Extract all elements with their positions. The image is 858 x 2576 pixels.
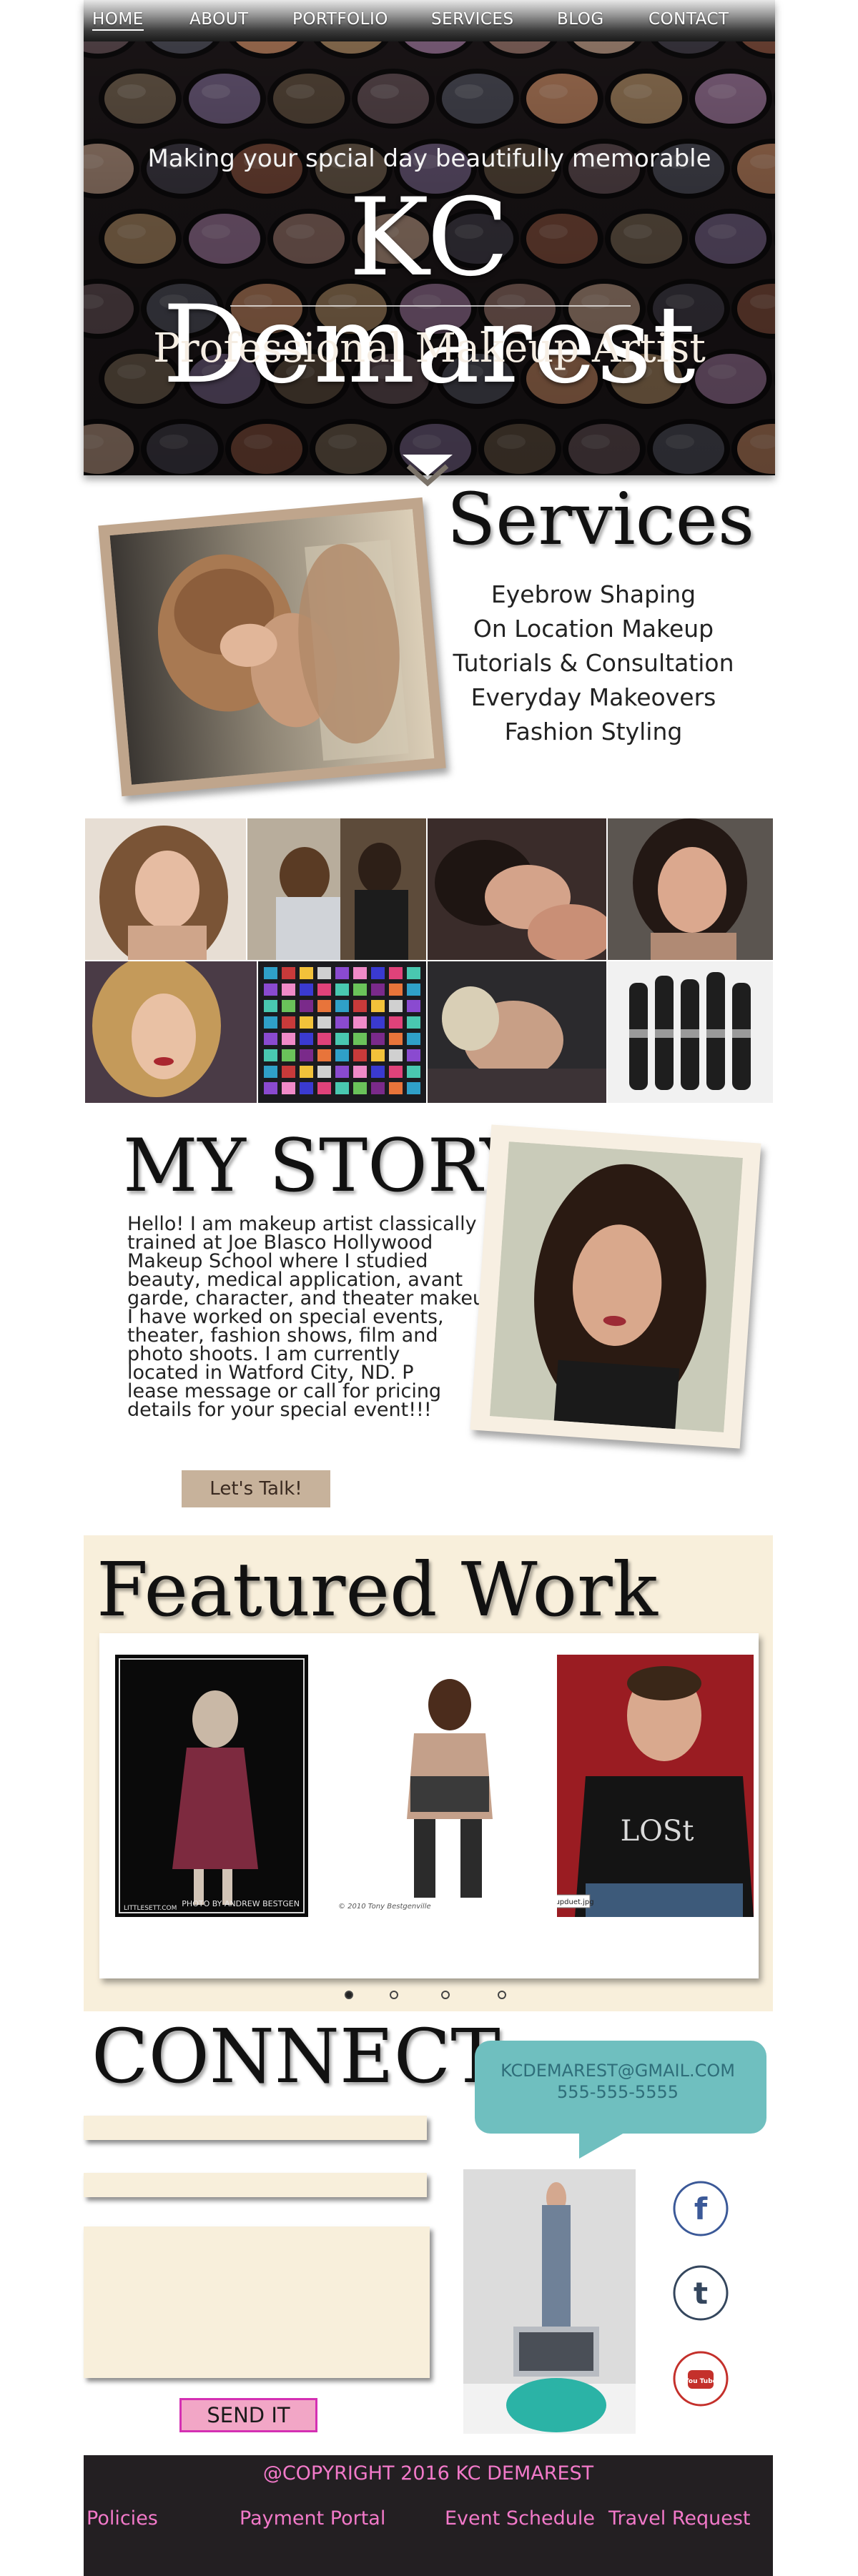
top-navigation: HOME ABOUT PORTFOLIO SERVICES BLOG CONTA…	[84, 0, 775, 41]
slider-dot-3[interactable]	[441, 1991, 450, 1999]
story-line: details for your special event!!!	[127, 1399, 432, 1421]
hero-subtitle: Professional Makeup Artist	[153, 325, 706, 372]
site-footer: @COPYRIGHT 2016 KC DEMAREST Policies Pay…	[84, 2455, 773, 2576]
gallery-photo-profile[interactable]	[428, 961, 606, 1103]
contact-info: KCDEMAREST@GMAIL.COM 555-555-5555	[472, 2060, 764, 2103]
send-button[interactable]: SEND IT	[179, 2398, 317, 2432]
footer-link-policies[interactable]: Policies	[87, 2507, 158, 2530]
nav-services[interactable]: SERVICES	[431, 10, 514, 29]
svg-text:t: t	[694, 2276, 708, 2311]
nav-home[interactable]: HOME	[92, 10, 144, 31]
footer-link-payment-portal[interactable]: Payment Portal	[240, 2507, 385, 2530]
gallery-photo-salon[interactable]	[247, 818, 426, 960]
facebook-icon[interactable]: f	[672, 2180, 729, 2237]
slide-3-caption: makeupduet.jpg	[557, 1898, 594, 1906]
youtube-icon[interactable]: You Tube	[672, 2350, 729, 2407]
services-list: Eyebrow Shaping On Location Makeup Tutor…	[436, 578, 751, 749]
services-title: Services	[446, 477, 755, 561]
nav-about[interactable]: ABOUT	[189, 10, 249, 29]
contact-phone: 555-555-5555	[556, 2082, 679, 2102]
hero-tagline: Making your spcial day beautifully memor…	[147, 144, 711, 173]
service-item: Fashion Styling	[504, 718, 683, 745]
featured-slider[interactable]: LITTLESETT.COM PHOTO BY ANDREW BESTGEN ©…	[99, 1633, 759, 1978]
featured-slide-3[interactable]: LOSt makeupduet.jpg	[557, 1655, 754, 1917]
footer-link-event-schedule[interactable]: Event Schedule	[445, 2507, 595, 2530]
message-field[interactable]	[84, 2226, 430, 2378]
story-title: MY STORY	[123, 1124, 528, 1209]
featured-title: Featured Work	[97, 1546, 658, 1633]
nav-contact[interactable]: CONTACT	[649, 10, 729, 29]
gallery-photo-smiling-woman[interactable]	[608, 818, 773, 960]
featured-work-section: Featured Work LITTLESETT.COM PHOTO BY AN…	[84, 1535, 773, 2011]
makeup-application-photo	[109, 509, 435, 785]
footer-link-travel-request[interactable]: Travel Request	[608, 2507, 751, 2530]
story-paragraph: Hello! I am makeup artist classically tr…	[127, 1214, 503, 1421]
tumblr-icon[interactable]: t	[672, 2264, 729, 2322]
name-field[interactable]	[84, 2116, 427, 2140]
hero-banner: HOME ABOUT PORTFOLIO SERVICES BLOG CONTA…	[84, 0, 775, 475]
slider-dot-1[interactable]	[345, 1991, 353, 1999]
nav-blog[interactable]: BLOG	[557, 10, 604, 29]
gallery-photo-brushes[interactable]	[608, 961, 773, 1103]
svg-text:f: f	[694, 2191, 708, 2226]
story-photo-frame	[470, 1124, 761, 1449]
connect-title: CONNECT	[92, 2013, 500, 2100]
slide-1-caption-right: PHOTO BY ANDREW BESTGEN	[182, 1899, 300, 1908]
slide-2-caption: © 2010 Tony Bestgenville	[338, 1903, 431, 1911]
svg-text:LOSt: LOSt	[621, 1815, 694, 1848]
gallery-photo-glam-pose[interactable]	[428, 818, 606, 960]
gallery-photo-curly-hair[interactable]	[85, 818, 246, 960]
svg-text:You Tube: You Tube	[684, 2378, 717, 2385]
service-item: On Location Makeup	[473, 615, 714, 643]
email-field[interactable]	[84, 2173, 427, 2197]
slider-dot-4[interactable]	[498, 1991, 506, 1999]
featured-slide-1[interactable]: LITTLESETT.COM PHOTO BY ANDREW BESTGEN	[115, 1655, 308, 1917]
service-item: Tutorials & Consultation	[453, 649, 734, 677]
featured-slide-2[interactable]: © 2010 Tony Bestgenville	[328, 1655, 543, 1917]
service-item: Eyebrow Shaping	[490, 580, 696, 608]
lets-talk-button[interactable]: Let's Talk!	[182, 1470, 330, 1507]
gallery-photo-eyeshadow-grid[interactable]	[258, 961, 426, 1103]
laptop-user-photo	[463, 2169, 636, 2434]
copyright-text: @COPYRIGHT 2016 KC DEMAREST	[262, 2462, 594, 2485]
nav-portfolio[interactable]: PORTFOLIO	[292, 10, 388, 29]
gallery-photo-blonde[interactable]	[85, 961, 257, 1103]
service-item: Everyday Makeovers	[470, 683, 716, 711]
artist-portrait-photo	[489, 1141, 743, 1433]
hero-divider	[230, 305, 631, 307]
contact-email[interactable]: KCDEMAREST@GMAIL.COM	[472, 2060, 764, 2081]
slide-1-caption-left: LITTLESETT.COM	[124, 1905, 177, 1912]
services-photo-frame	[98, 497, 446, 797]
photo-gallery	[85, 818, 773, 1103]
slider-dot-2[interactable]	[390, 1991, 398, 1999]
